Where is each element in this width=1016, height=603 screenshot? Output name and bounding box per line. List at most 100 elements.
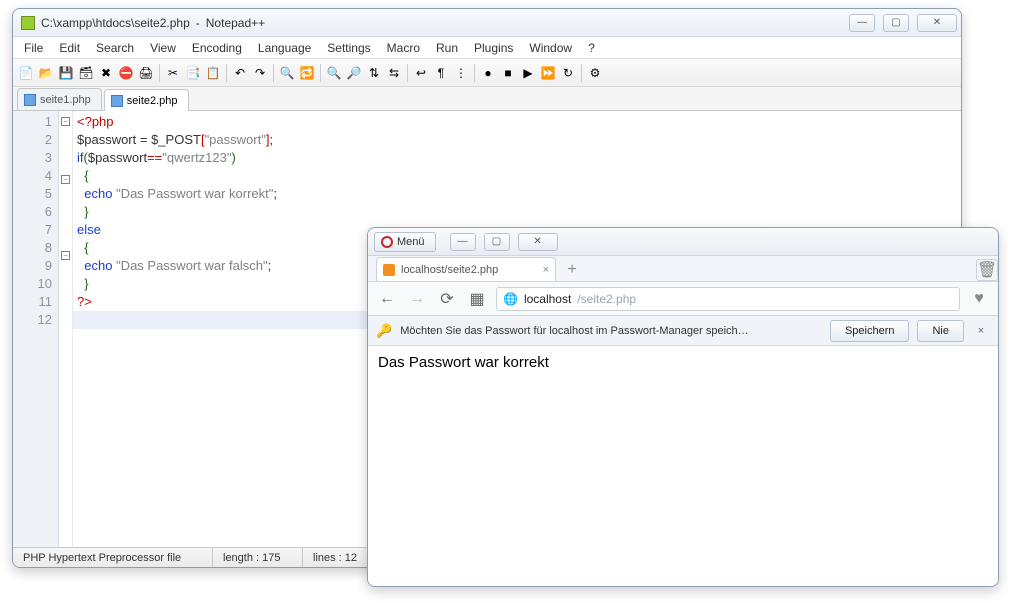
code-line[interactable]: <?php <box>77 113 957 131</box>
tab-label: seite1.php <box>40 94 91 106</box>
find-icon[interactable]: 🔍 <box>278 64 296 82</box>
toolbar-separator <box>273 64 274 82</box>
menu-help[interactable]: ? <box>581 39 602 57</box>
copy-icon[interactable]: 📑 <box>184 64 202 82</box>
url-host: localhost <box>524 292 571 306</box>
code-line[interactable]: if($passwort=="qwertz123") <box>77 149 957 167</box>
browser-tab[interactable]: localhost/seite2.php × <box>376 257 556 281</box>
editor-tab-seite1-php[interactable]: seite1.php <box>17 88 102 110</box>
line-number: 2 <box>13 131 52 149</box>
speed-dial-button[interactable]: ▦ <box>466 288 488 310</box>
toolbar-separator <box>320 64 321 82</box>
fold-toggle[interactable]: − <box>61 251 70 260</box>
close-icon[interactable]: ✖ <box>97 64 115 82</box>
line-number-gutter: 123456789101112 <box>13 111 59 547</box>
code-line[interactable]: } <box>77 203 957 221</box>
window-close-button[interactable]: ✕ <box>518 233 558 251</box>
fold-toggle[interactable]: − <box>61 117 70 126</box>
sync-v-icon[interactable]: ⇅ <box>365 64 383 82</box>
never-save-password-button[interactable]: Nie <box>917 320 964 342</box>
menu-encoding[interactable]: Encoding <box>185 39 249 57</box>
menu-search[interactable]: Search <box>89 39 141 57</box>
line-number: 11 <box>13 293 52 311</box>
menu-file[interactable]: File <box>17 39 50 57</box>
status-length: length : 175 <box>213 548 303 567</box>
opera-menu-label: Menü <box>397 236 425 248</box>
file-icon <box>111 95 123 107</box>
fold-column[interactable]: − − − <box>59 111 73 547</box>
browser-tabstrip: localhost/seite2.php × + 🗑 <box>368 256 998 282</box>
code-line[interactable]: { <box>77 167 957 185</box>
bookmark-heart-button[interactable]: ♥ <box>968 288 990 310</box>
menu-edit[interactable]: Edit <box>52 39 87 57</box>
macro-loop-icon[interactable]: ↻ <box>559 64 577 82</box>
toolbar-separator <box>407 64 408 82</box>
line-number: 6 <box>13 203 52 221</box>
zoom-in-icon[interactable]: 🔍 <box>325 64 343 82</box>
menu-macro[interactable]: Macro <box>380 39 427 57</box>
sync-h-icon[interactable]: ⇆ <box>385 64 403 82</box>
menu-settings[interactable]: Settings <box>320 39 377 57</box>
url-path: /seite2.php <box>577 292 636 306</box>
back-button[interactable]: ← <box>376 288 398 310</box>
menu-view[interactable]: View <box>143 39 183 57</box>
toolbar-separator <box>474 64 475 82</box>
macro-fast-icon[interactable]: ⏩ <box>539 64 557 82</box>
window-minimize-button[interactable]: — <box>450 233 476 251</box>
open-file-icon[interactable]: 📂 <box>37 64 55 82</box>
menu-plugins[interactable]: Plugins <box>467 39 520 57</box>
macro-play-icon[interactable]: ▶ <box>519 64 537 82</box>
window-minimize-button[interactable]: — <box>849 14 875 32</box>
menu-language[interactable]: Language <box>251 39 318 57</box>
menu-window[interactable]: Window <box>522 39 579 57</box>
print-icon[interactable]: 🖨 <box>137 64 155 82</box>
cut-icon[interactable]: ✂ <box>164 64 182 82</box>
undo-icon[interactable]: ↶ <box>231 64 249 82</box>
macro-record-icon[interactable]: ● <box>479 64 497 82</box>
new-file-icon[interactable]: 📄 <box>17 64 35 82</box>
code-line[interactable]: echo "Das Passwort war korrekt"; <box>77 185 957 203</box>
new-tab-button[interactable]: + <box>560 259 584 281</box>
line-number: 3 <box>13 149 52 167</box>
password-save-infobar: 🔑 Möchten Sie das Passwort für localhost… <box>368 316 998 346</box>
infobar-message: Möchten Sie das Passwort für localhost i… <box>400 325 822 337</box>
indent-guide-icon[interactable]: ⋮ <box>452 64 470 82</box>
code-line[interactable]: $passwort = $_POST["passwort"]; <box>77 131 957 149</box>
opera-menu-button[interactable]: Menü <box>374 232 436 252</box>
window-maximize-button[interactable]: ▢ <box>484 233 510 251</box>
page-content: Das Passwort war korrekt <box>368 346 998 586</box>
save-icon[interactable]: 💾 <box>57 64 75 82</box>
redo-icon[interactable]: ↷ <box>251 64 269 82</box>
fold-toggle[interactable]: − <box>61 175 70 184</box>
replace-icon[interactable]: 🔁 <box>298 64 316 82</box>
npp-titlebar[interactable]: C:\xampp\htdocs\seite2.php - Notepad++ —… <box>13 9 961 37</box>
npp-title-path: C:\xampp\htdocs\seite2.php <box>41 16 190 30</box>
tab-favicon-icon <box>383 264 395 276</box>
browser-titlebar[interactable]: Menü — ▢ ✕ <box>368 228 998 256</box>
npp-tabstrip: seite1.php seite2.php <box>13 87 961 111</box>
browser-address-bar: ← → ⟳ ▦ 🌐 localhost/seite2.php ♥ <box>368 282 998 316</box>
closed-tabs-trash-button[interactable]: 🗑 <box>976 259 998 281</box>
save-password-button[interactable]: Speichern <box>830 320 910 342</box>
page-body-text: Das Passwort war korrekt <box>378 354 549 371</box>
show-all-icon[interactable]: ¶ <box>432 64 450 82</box>
preferences-icon[interactable]: ⚙ <box>586 64 604 82</box>
close-all-icon[interactable]: ⛔ <box>117 64 135 82</box>
reload-button[interactable]: ⟳ <box>436 288 458 310</box>
editor-tab-seite2-php[interactable]: seite2.php <box>104 89 189 111</box>
macro-stop-icon[interactable]: ■ <box>499 64 517 82</box>
url-field[interactable]: 🌐 localhost/seite2.php <box>496 287 960 311</box>
window-maximize-button[interactable]: ▢ <box>883 14 909 32</box>
save-all-icon[interactable]: 🗃 <box>77 64 95 82</box>
zoom-out-icon[interactable]: 🔎 <box>345 64 363 82</box>
infobar-close-button[interactable]: × <box>972 322 990 340</box>
line-number: 4 <box>13 167 52 185</box>
wrap-icon[interactable]: ↩ <box>412 64 430 82</box>
paste-icon[interactable]: 📋 <box>204 64 222 82</box>
menu-run[interactable]: Run <box>429 39 465 57</box>
forward-button[interactable]: → <box>406 288 428 310</box>
tab-close-icon[interactable]: × <box>543 264 549 276</box>
window-close-button[interactable]: ✕ <box>917 14 957 32</box>
toolbar-separator <box>159 64 160 82</box>
line-number: 12 <box>13 311 52 329</box>
